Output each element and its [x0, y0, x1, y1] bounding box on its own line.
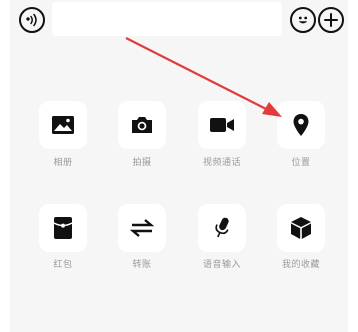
action-location-button[interactable]: [277, 101, 325, 149]
location-pin-icon: [293, 114, 309, 136]
action-label: 语音输入: [202, 260, 241, 270]
action-video-call-button[interactable]: [198, 101, 246, 149]
action-label: 我的收藏: [281, 260, 320, 270]
action-camera-button[interactable]: [118, 101, 166, 149]
action-label: 相册: [53, 158, 73, 168]
action-album-button[interactable]: [39, 101, 87, 149]
action-favorites-button[interactable]: [277, 204, 325, 252]
action-label: 视频通话: [202, 158, 241, 168]
voice-toggle-button[interactable]: [19, 7, 45, 33]
more-button[interactable]: [318, 7, 344, 33]
chat-input-panel: 相册 拍摄 视频通话 位置 红包 转账 语音输入 我的收藏: [10, 0, 348, 332]
message-input[interactable]: [52, 2, 282, 36]
action-label: 转账: [132, 260, 152, 270]
plus-icon: [324, 13, 338, 27]
video-call-icon: [210, 118, 234, 132]
emoji-icon: [298, 16, 308, 24]
action-label: 位置: [291, 158, 311, 168]
transfer-icon: [130, 219, 154, 237]
action-red-packet-button[interactable]: [39, 204, 87, 252]
red-packet-icon: [53, 217, 73, 239]
image-icon: [52, 116, 74, 134]
microphone-icon: [215, 217, 229, 238]
chat-input-bar: [10, 0, 348, 48]
voice-icon: [26, 13, 37, 27]
camera-icon: [132, 117, 152, 133]
action-voice-input-button[interactable]: [198, 204, 246, 252]
action-label: 拍摄: [132, 158, 152, 168]
action-label: 红包: [53, 260, 73, 270]
emoji-button[interactable]: [290, 7, 316, 33]
favorites-box-icon: [291, 217, 311, 239]
action-transfer-button[interactable]: [118, 204, 166, 252]
